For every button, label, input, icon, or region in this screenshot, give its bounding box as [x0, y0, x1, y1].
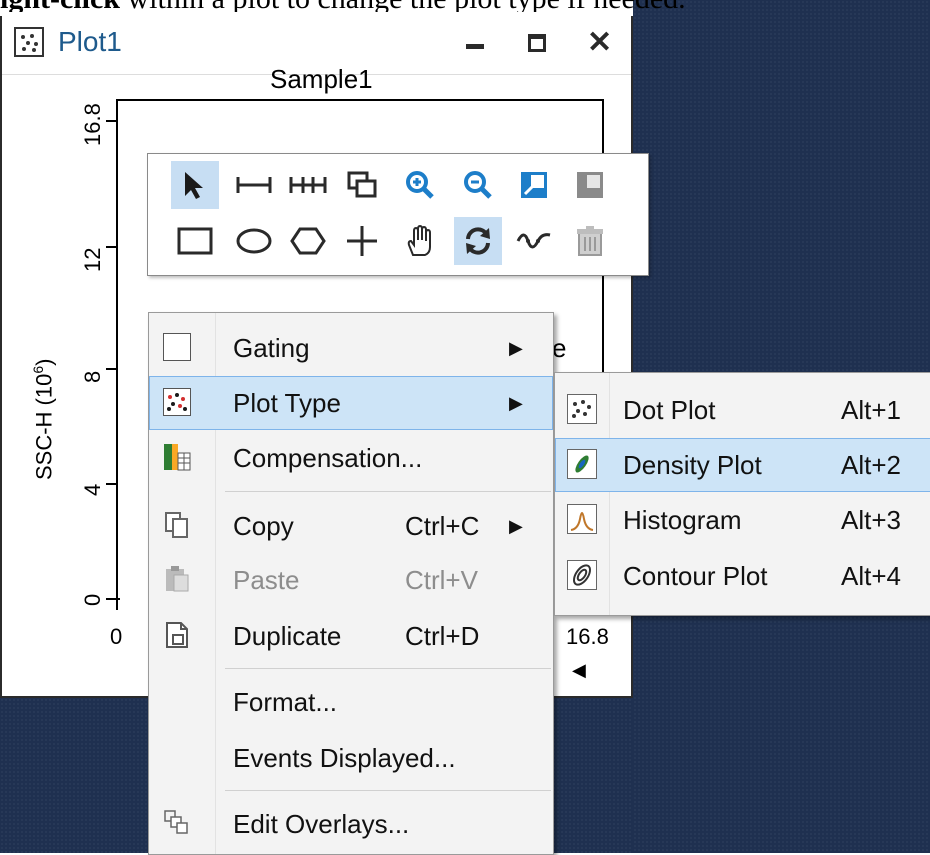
contour-plot-icon	[567, 560, 597, 590]
menu-item-shortcut: Ctrl+D	[405, 621, 480, 651]
menu-separator	[225, 668, 551, 669]
menu-item-label: Plot Type	[233, 388, 341, 418]
submenu-item-dot-plot[interactable]: Dot Plot Alt+1	[555, 383, 930, 437]
submenu-arrow-icon: ▶	[509, 338, 523, 358]
zoom-out-icon[interactable]	[454, 161, 502, 209]
sample-title: Sample1	[270, 64, 373, 94]
paste-icon	[163, 565, 191, 593]
copy-icon	[163, 511, 191, 539]
menu-item-duplicate[interactable]: Duplicate Ctrl+D	[149, 609, 553, 663]
menu-separator	[225, 491, 551, 492]
multi-range-gate-icon[interactable]	[284, 161, 332, 209]
x-tick-label: 16.8	[566, 624, 609, 649]
window-title: Plot1	[58, 26, 122, 57]
duplicate-icon	[163, 621, 191, 649]
x-tick-label: 0	[110, 624, 123, 649]
dot-plot-icon	[567, 394, 597, 424]
menu-item-label: Gating	[233, 333, 310, 363]
menu-item-compensation[interactable]: Compensation...	[149, 431, 553, 485]
spline-gate-icon[interactable]	[510, 217, 558, 265]
menu-item-paste[interactable]: Paste Ctrl+V	[149, 553, 553, 607]
y-tick	[106, 483, 118, 485]
restore-icon[interactable]	[566, 161, 614, 209]
y-tick-label: 12	[80, 247, 105, 272]
menu-item-copy[interactable]: Copy Ctrl+C ▶	[149, 499, 553, 553]
gating-icon	[163, 333, 191, 361]
submenu-item-shortcut: Alt+3	[841, 505, 901, 535]
submenu-arrow-icon: ▶	[509, 516, 523, 536]
menu-item-edit-overlays[interactable]: Edit Overlays...	[149, 797, 553, 851]
menu-separator	[225, 790, 551, 791]
submenu-item-shortcut: Alt+2	[841, 450, 901, 480]
range-gate-icon[interactable]	[230, 161, 278, 209]
plot-type-submenu: Dot Plot Alt+1 Density Plot Alt+2 Histog…	[554, 372, 930, 616]
density-plot-icon	[567, 449, 597, 479]
menu-item-shortcut: Ctrl+V	[405, 565, 478, 595]
edit-overlays-icon	[163, 809, 191, 837]
zoom-in-icon[interactable]	[396, 161, 444, 209]
submenu-item-label: Histogram	[623, 505, 742, 535]
submenu-item-density-plot[interactable]: Density Plot Alt+2	[555, 438, 930, 492]
pan-hand-icon[interactable]	[396, 217, 444, 265]
maximize-button[interactable]	[507, 22, 563, 62]
y-tick	[106, 120, 118, 122]
rotate-icon[interactable]	[454, 217, 502, 265]
polygon-gate-icon[interactable]	[284, 217, 332, 265]
x-tick	[116, 598, 118, 610]
context-menu: Gating ▶ Plot Type ▶ Compensation... Cop…	[148, 312, 554, 855]
plot-type-icon	[163, 388, 191, 416]
submenu-item-label: Density Plot	[623, 450, 762, 480]
menu-item-label: Edit Overlays...	[233, 809, 410, 839]
submenu-item-label: Dot Plot	[623, 395, 716, 425]
scroll-left-arrow-icon[interactable]: ◀	[572, 660, 586, 681]
y-tick	[106, 246, 118, 248]
fit-icon[interactable]	[510, 161, 558, 209]
dot-plot-icon	[14, 27, 44, 57]
y-tick-label: 8	[80, 370, 105, 383]
menu-item-label: Compensation...	[233, 443, 423, 473]
menu-item-events-displayed[interactable]: Events Displayed...	[149, 731, 553, 785]
close-button[interactable]: ✕	[568, 22, 624, 62]
rectangle-gate-icon[interactable]	[171, 217, 219, 265]
delete-gate-icon[interactable]	[566, 217, 614, 265]
y-tick	[106, 368, 118, 370]
menu-item-format[interactable]: Format...	[149, 675, 553, 729]
close-icon: ✕	[587, 26, 613, 59]
compensation-icon	[163, 443, 191, 471]
menu-item-shortcut: Ctrl+C	[405, 511, 480, 541]
minimize-button[interactable]	[446, 22, 502, 62]
menu-item-label: Duplicate	[233, 621, 342, 651]
y-tick-label: 0	[80, 593, 105, 606]
histogram-icon	[567, 504, 597, 534]
quadrant-gate-icon[interactable]	[338, 217, 386, 265]
submenu-arrow-icon: ▶	[509, 393, 523, 413]
ellipse-gate-icon[interactable]	[230, 217, 278, 265]
submenu-item-label: Contour Plot	[623, 561, 768, 591]
submenu-item-histogram[interactable]: Histogram Alt+3	[555, 493, 930, 547]
menu-item-label: Copy	[233, 511, 294, 541]
instruction-text: ight-click within a plot to change the p…	[0, 0, 930, 12]
menu-item-label: Events Displayed...	[233, 743, 456, 773]
menu-item-plot-type[interactable]: Plot Type ▶	[149, 376, 553, 430]
pointer-icon[interactable]	[171, 161, 219, 209]
y-tick-label: 16.8	[80, 103, 105, 146]
y-tick-label: 4	[80, 483, 105, 496]
submenu-item-shortcut: Alt+4	[841, 561, 901, 591]
y-axis-label: SSC-H (106)	[30, 358, 57, 480]
overlay-icon[interactable]	[338, 161, 386, 209]
partial-gate-label: e	[552, 333, 567, 363]
gating-toolbar	[147, 153, 649, 276]
menu-item-gating[interactable]: Gating ▶	[149, 321, 553, 375]
submenu-item-shortcut: Alt+1	[841, 395, 901, 425]
submenu-item-contour-plot[interactable]: Contour Plot Alt+4	[555, 549, 930, 603]
menu-item-label: Paste	[233, 565, 300, 595]
menu-item-label: Format...	[233, 687, 338, 717]
